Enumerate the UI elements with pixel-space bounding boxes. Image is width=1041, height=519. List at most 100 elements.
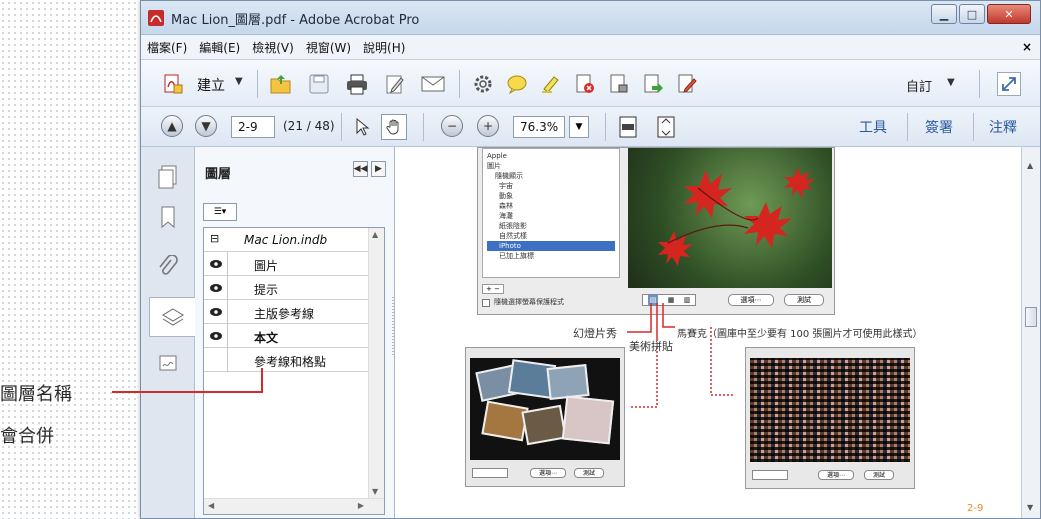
- eye-visibility-icon[interactable]: [204, 324, 228, 348]
- customize-button[interactable]: 自訂: [906, 76, 932, 95]
- page-number-input[interactable]: 2-9: [231, 116, 275, 138]
- eye-visibility-off-icon[interactable]: [204, 348, 228, 372]
- fit-page-icon[interactable]: [655, 115, 677, 139]
- fullscreen-expand-icon[interactable]: [997, 72, 1021, 96]
- layer-row[interactable]: 參考線和格點: [204, 348, 368, 372]
- caption-slideshow: 幻燈片秀: [573, 327, 617, 340]
- previous-page-icon[interactable]: ▲: [161, 115, 183, 137]
- toolbar-separator: [341, 113, 342, 141]
- mosaic-preview-image: 選項⋯ 測試: [745, 347, 915, 489]
- create-button[interactable]: 建立: [197, 75, 225, 95]
- layer-row[interactable]: 圖片: [204, 252, 368, 276]
- menu-file[interactable]: 檔案(F): [147, 39, 187, 56]
- collage-dialog-buttons[interactable]: [472, 468, 508, 478]
- export-page-icon[interactable]: [641, 72, 665, 96]
- layers-horizontal-scrollbar[interactable]: ◀ ▶: [204, 498, 384, 514]
- layer-row[interactable]: 主版參考線: [204, 300, 368, 324]
- scrollbar-thumb[interactable]: [1025, 307, 1037, 327]
- minimize-button[interactable]: ▁: [931, 4, 957, 24]
- acrobat-window: Mac Lion_圖層.pdf - Adobe Acrobat Pro ▁ □ …: [140, 0, 1041, 519]
- maximize-button[interactable]: □: [959, 4, 985, 24]
- toolbar-separator: [257, 70, 258, 98]
- toolbar-separator: [605, 113, 606, 141]
- page-number: 2-9: [967, 503, 984, 514]
- comment-icon[interactable]: [505, 72, 529, 96]
- toolbar-separator: [973, 113, 974, 141]
- mosaic-options-button[interactable]: 選項⋯: [818, 470, 854, 480]
- create-pdf-icon[interactable]: [161, 72, 185, 96]
- collage-preview-image: 選項⋯ 測試: [465, 347, 625, 487]
- layer-name: 提示: [254, 283, 279, 297]
- annotation-label-line1: 圖層名稱: [0, 384, 72, 405]
- create-dropdown-icon[interactable]: ▼: [235, 76, 243, 87]
- delete-page-icon[interactable]: [573, 72, 597, 96]
- zoom-level-input[interactable]: 76.3%: [513, 116, 565, 138]
- window-title: Mac Lion_圖層.pdf - Adobe Acrobat Pro: [171, 13, 420, 28]
- expand-panel-icon[interactable]: ▶: [371, 161, 386, 177]
- scroll-mode-icon[interactable]: [617, 115, 639, 139]
- layer-root-row[interactable]: ⊟ Mac Lion.indb: [204, 228, 368, 252]
- open-folder-icon[interactable]: [269, 72, 293, 96]
- caption-collage: 美術拼貼: [629, 340, 673, 353]
- sign-pane-link[interactable]: 簽署: [925, 117, 953, 137]
- sign-document-icon[interactable]: [675, 72, 699, 96]
- layer-name: 主版參考線: [254, 307, 315, 321]
- bookmarks-icon[interactable]: [149, 197, 187, 237]
- document-vertical-scrollbar[interactable]: ▲ ▼: [1021, 147, 1040, 518]
- collapse-panel-icon[interactable]: ◀◀: [353, 161, 368, 177]
- collage-test-button[interactable]: 測試: [574, 468, 604, 478]
- collage-photos: [470, 358, 620, 460]
- menu-bar: 檔案(F) 編輯(E) 檢視(V) 視窗(W) 說明(H) ×: [141, 35, 1040, 60]
- acrobat-app-icon: [148, 10, 164, 26]
- zoom-dropdown-icon[interactable]: ▼: [569, 116, 589, 138]
- select-tool-icon[interactable]: [353, 117, 373, 137]
- close-button[interactable]: ✕: [987, 4, 1031, 24]
- eye-visibility-icon[interactable]: [204, 276, 228, 300]
- layer-row[interactable]: 本文: [204, 324, 368, 348]
- toolbar-separator: [423, 113, 424, 141]
- layer-name: 圖片: [254, 259, 279, 273]
- title-bar: Mac Lion_圖層.pdf - Adobe Acrobat Pro ▁ □ …: [141, 1, 1040, 35]
- layers-panel-title: 圖層: [205, 167, 232, 182]
- zoom-in-icon[interactable]: +: [477, 115, 499, 137]
- eye-visibility-icon[interactable]: [204, 252, 228, 276]
- mosaic-dialog-buttons[interactable]: [752, 470, 788, 480]
- menu-window[interactable]: 視窗(W): [306, 39, 351, 56]
- settings-gear-icon[interactable]: [471, 72, 495, 96]
- page-count: (21 / 48): [283, 119, 335, 133]
- caption-mosaic: 馬賽克（圖庫中至少要有 100 張圖片才可使用此樣式）: [677, 329, 923, 340]
- collapse-toggle-icon[interactable]: ⊟: [210, 232, 219, 245]
- email-icon[interactable]: [421, 72, 445, 96]
- main-toolbar: 建立 ▼ 自訂 ▼: [141, 60, 1040, 107]
- hand-tool-icon[interactable]: [381, 114, 407, 140]
- layer-options-icon[interactable]: ☰▾: [203, 203, 237, 221]
- menu-close-icon[interactable]: ×: [1022, 40, 1032, 54]
- print-icon[interactable]: [345, 72, 369, 96]
- page-lock-icon[interactable]: [607, 72, 631, 96]
- menu-help[interactable]: 說明(H): [363, 39, 405, 56]
- collage-options-button[interactable]: 選項⋯: [530, 468, 566, 478]
- highlight-icon[interactable]: [539, 72, 563, 96]
- next-page-icon[interactable]: ▼: [195, 115, 217, 137]
- save-icon[interactable]: [307, 72, 331, 96]
- layers-tree: ⊟ Mac Lion.indb 圖片 提示 主版參考線 本文 參考線和格點 ▲ …: [203, 227, 385, 515]
- eye-visibility-icon[interactable]: [204, 300, 228, 324]
- mosaic-test-button[interactable]: 測試: [864, 470, 894, 480]
- layers-vertical-scrollbar[interactable]: ▲ ▼: [368, 228, 384, 514]
- layers-icon[interactable]: [149, 297, 196, 337]
- document-view[interactable]: Apple 圖片 隨機顯示 宇宙 動象 森林 海灘 紙張陰影 自然式樣 iPho…: [395, 147, 1023, 518]
- toolbar-separator: [979, 70, 980, 98]
- tools-pane-link[interactable]: 工具: [859, 117, 887, 137]
- layer-row[interactable]: 提示: [204, 276, 368, 300]
- attachments-paperclip-icon[interactable]: [149, 247, 187, 287]
- customize-dropdown-icon[interactable]: ▼: [947, 77, 955, 88]
- layer-name: 參考線和格點: [254, 355, 327, 369]
- menu-edit[interactable]: 編輯(E): [199, 39, 240, 56]
- edit-document-icon[interactable]: [383, 72, 407, 96]
- menu-view[interactable]: 檢視(V): [252, 39, 294, 56]
- page-thumbnails-icon[interactable]: [149, 157, 187, 197]
- toolbar-separator: [907, 113, 908, 141]
- comment-pane-link[interactable]: 注釋: [989, 117, 1017, 137]
- signatures-icon[interactable]: [149, 343, 187, 383]
- zoom-out-icon[interactable]: −: [441, 115, 463, 137]
